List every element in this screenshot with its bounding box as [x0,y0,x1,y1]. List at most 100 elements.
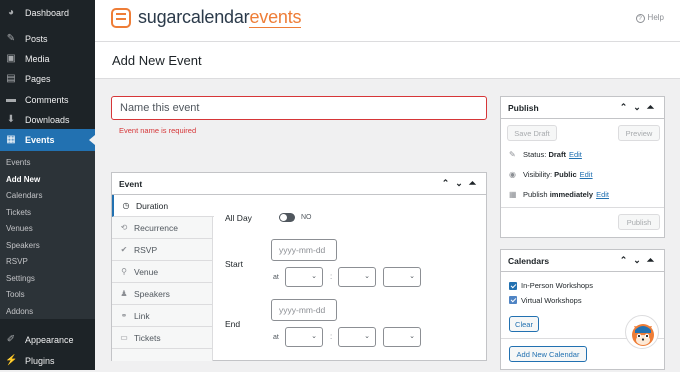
visibility-value: Public [554,170,577,179]
preview-button[interactable]: Preview [618,125,660,141]
publish-panel: Publish ⌃⌄⏶ Save Draft Preview ✎ Status: … [500,96,665,238]
end-hour-select[interactable]: ⌄ [285,327,323,347]
event-name-input[interactable]: Name this event [111,96,487,120]
sidebar-item-events[interactable]: ▦ Events [0,129,95,151]
chevron-down-icon: ⌄ [364,273,370,280]
chevron-down-icon: ⌄ [409,273,415,280]
pushpin-icon: ✎ [6,33,16,44]
save-draft-button[interactable]: Save Draft [507,125,557,141]
page-title: Add New Event [112,53,202,68]
calendar-label-virtual: Virtual Workshops [521,296,582,305]
tab-venue[interactable]: ⚲ Venue [112,261,213,283]
media-icon: ▣ [6,53,16,64]
sidebar-item-plugins[interactable]: ⚡ Plugins [0,350,95,372]
tab-label: Recurrence [134,222,178,233]
eye-icon: ◉ [509,170,516,179]
status-row: ✎ Status: Draft Edit [509,150,582,159]
appearance-icon: ✐ [6,334,16,345]
start-date-input[interactable]: yyyy-mm-dd [271,239,337,261]
events-submenu: Events Add New Calendars Tickets Venues … [0,151,95,319]
submenu-events[interactable]: Events [6,158,30,167]
rsvp-icon: ✔ [120,245,128,254]
sidebar-item-label: Comments [25,95,69,105]
submenu-settings[interactable]: Settings [6,274,35,283]
submenu-venues[interactable]: Venues [6,224,33,233]
sidebar-item-label: Pages [25,74,51,84]
sidebar-item-label: Appearance [25,335,74,345]
location-icon: ⚲ [121,267,127,276]
clear-button[interactable]: Clear [509,316,539,332]
submenu-tickets[interactable]: Tickets [6,208,31,217]
calendar-checkbox-in-person[interactable] [509,282,517,290]
panel-controls-icon[interactable]: ⌃⌄⏶ [620,255,660,266]
tab-link[interactable]: ⚭ Link [112,305,213,327]
help-link[interactable]: ? Help [635,13,664,23]
event-tabs: ◷ Duration ⟲ Recurrence ✔ RSVP ⚲ Venue ♟ Spea… [112,195,214,361]
start-hour-select[interactable]: ⌄ [285,267,323,287]
tab-label: Tickets [134,332,161,343]
dashboard-icon: ◕ [7,7,15,18]
all-day-toggle[interactable] [279,213,295,222]
calendars-panel: Calendars ⌃⌄⏶ In-Person Workshops Virtua… [500,249,665,370]
tab-label: Duration [136,200,169,211]
submenu-rsvp[interactable]: RSVP [6,257,28,266]
tab-tickets[interactable]: ▭ Tickets [112,327,213,349]
calendars-panel-header: Calendars ⌃⌄⏶ [501,250,664,272]
publish-button[interactable]: Publish [618,214,660,230]
submenu-addons[interactable]: Addons [6,307,33,316]
publish-time-row: ▦ Publish immediately Edit [509,190,609,199]
sidebar-item-comments[interactable]: ▬ Comments [0,89,95,111]
admin-sidebar: ◕ Dashboard ✎ Posts ▣ Media ▤ Pages ▬ Comment… [0,0,95,370]
end-minute-select[interactable]: ⌄ [338,327,376,347]
calendar-checkbox-virtual[interactable] [509,296,517,304]
event-panel-header: Event ⌃⌄⏶ [112,173,486,195]
chevron-down-icon: ⌄ [311,333,317,340]
tickets-icon: ▭ [120,333,128,342]
tab-label: Venue [134,266,159,277]
submenu-tools[interactable]: Tools [6,290,25,299]
end-date-input[interactable]: yyyy-mm-dd [271,299,337,321]
submenu-calendars[interactable]: Calendars [6,191,42,200]
tab-label: RSVP [134,244,158,255]
speakers-icon: ♟ [120,289,128,298]
submenu-add-new[interactable]: Add New [6,175,40,184]
tab-duration[interactable]: ◷ Duration [112,195,214,217]
edit-status-link[interactable]: Edit [569,150,582,159]
tab-recurrence[interactable]: ⟲ Recurrence [112,217,213,239]
sidebar-item-appearance[interactable]: ✐ Appearance [0,329,95,351]
sidebar-item-downloads[interactable]: ⬇ Downloads [0,109,95,131]
end-ampm-select[interactable]: ⌄ [383,327,421,347]
start-ampm-select[interactable]: ⌄ [383,267,421,287]
panel-controls-icon[interactable]: ⌃⌄⏶ [442,178,482,189]
submenu-speakers[interactable]: Speakers [6,241,40,250]
sidebar-item-posts[interactable]: ✎ Posts [0,28,95,50]
edit-publish-time-link[interactable]: Edit [596,190,609,199]
downloads-icon: ⬇ [6,114,16,125]
start-label: Start [225,259,243,269]
calendar-label-in-person: In-Person Workshops [521,281,593,290]
logo-text: sugarcalendarevents [138,7,302,28]
sidebar-item-pages[interactable]: ▤ Pages [0,68,95,90]
calendar-icon: ▦ [509,190,517,199]
tab-rsvp[interactable]: ✔ RSVP [112,239,213,261]
plugin-header: sugarcalendarevents ? Help [95,0,680,42]
publish-time-label: Publish [523,190,548,199]
tab-speakers[interactable]: ♟ Speakers [112,283,213,305]
plugins-icon: ⚡ [5,355,18,366]
panel-controls-icon[interactable]: ⌃⌄⏶ [620,102,660,113]
tab-label: Speakers [134,288,170,299]
page-title-bar: Add New Event [95,42,680,79]
end-at-label: at [273,334,279,341]
sidebar-item-label: Events [25,135,55,145]
sidebar-item-media[interactable]: ▣ Media [0,48,95,70]
event-panel-title: Event [119,178,143,189]
sidebar-item-label: Downloads [25,115,70,125]
chevron-down-icon: ⌄ [311,273,317,280]
edit-visibility-link[interactable]: Edit [580,170,593,179]
help-icon: ? [635,14,645,23]
start-minute-select[interactable]: ⌄ [338,267,376,287]
sidebar-item-dashboard[interactable]: ◕ Dashboard [0,2,95,24]
add-new-calendar-button[interactable]: Add New Calendar [509,346,587,362]
mascot-helper-icon[interactable] [625,315,659,349]
sidebar-item-label: Plugins [25,356,55,366]
